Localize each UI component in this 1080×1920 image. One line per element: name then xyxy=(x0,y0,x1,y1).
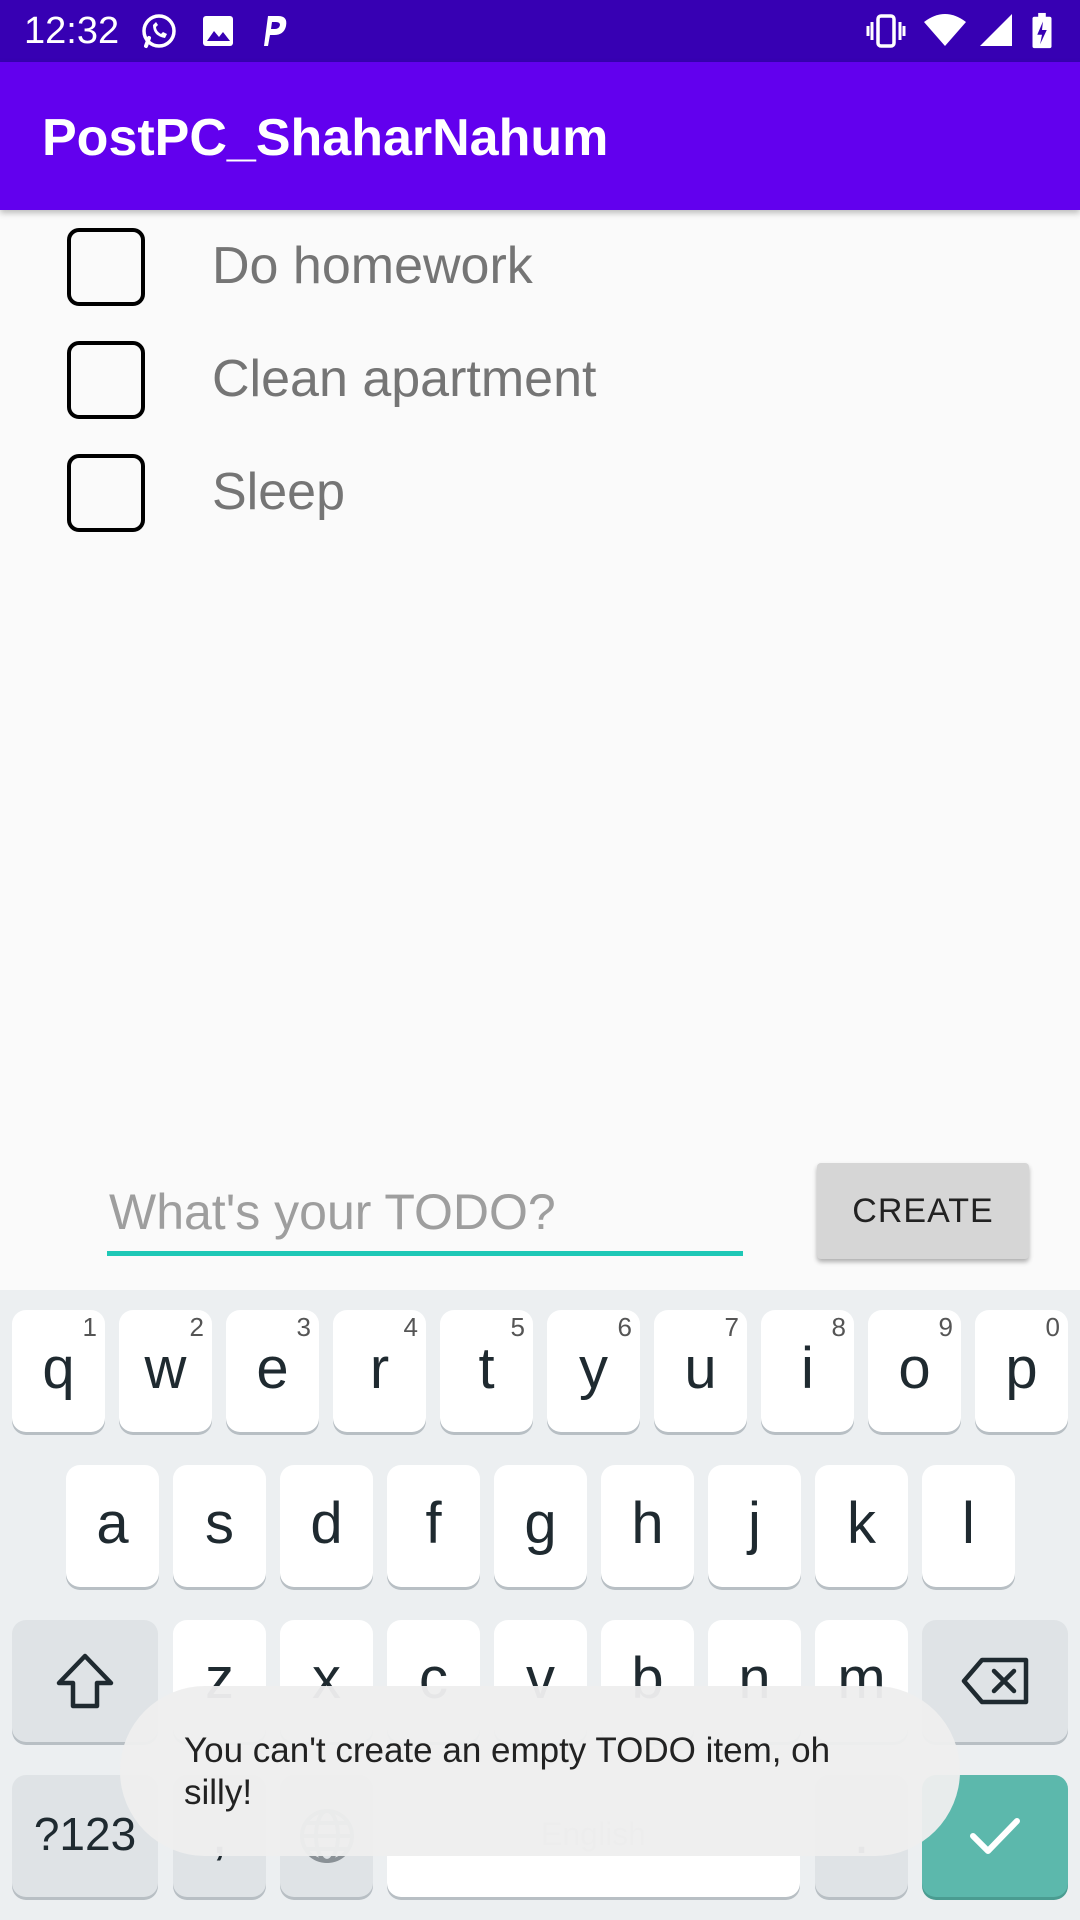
todo-text: Do homework xyxy=(212,237,533,295)
key-label: k xyxy=(847,1491,876,1556)
key-k[interactable]: k xyxy=(815,1465,908,1587)
signal-icon xyxy=(980,14,1012,46)
toast-message: You can't create an empty TODO item, oh … xyxy=(120,1686,960,1856)
key-label: s xyxy=(205,1491,234,1556)
todo-checkbox[interactable] xyxy=(67,228,145,306)
app-bar: PostPC_ShaharNahum xyxy=(0,62,1080,210)
todo-item[interactable]: Sleep xyxy=(0,438,1080,550)
key-g[interactable]: g xyxy=(494,1465,587,1587)
checkmark-icon xyxy=(970,1818,1020,1854)
key-hint: 4 xyxy=(403,1312,418,1342)
key-h[interactable]: h xyxy=(601,1465,694,1587)
key-hint: 0 xyxy=(1045,1312,1060,1342)
key-hint: 1 xyxy=(82,1312,97,1342)
key-s[interactable]: s xyxy=(173,1465,266,1587)
key-a[interactable]: a xyxy=(66,1465,159,1587)
key-i[interactable]: i8 xyxy=(761,1310,854,1432)
key-label: d xyxy=(310,1491,343,1556)
create-button[interactable]: CREATE xyxy=(817,1163,1029,1259)
key-hint: 7 xyxy=(724,1312,739,1342)
todo-checkbox[interactable] xyxy=(67,454,145,532)
key-w[interactable]: w2 xyxy=(119,1310,212,1432)
key-u[interactable]: u7 xyxy=(654,1310,747,1432)
key-j[interactable]: j xyxy=(708,1465,801,1587)
key-p[interactable]: p0 xyxy=(975,1310,1068,1432)
key-label: h xyxy=(631,1491,664,1556)
wifi-icon xyxy=(924,14,966,46)
app-title: PostPC_ShaharNahum xyxy=(42,109,609,167)
todo-text: Clean apartment xyxy=(212,350,597,408)
todo-item[interactable]: Do homework xyxy=(0,212,1080,324)
todo-input[interactable] xyxy=(107,1172,743,1256)
key-o[interactable]: o9 xyxy=(868,1310,961,1432)
image-icon xyxy=(203,16,233,46)
whatsapp-icon xyxy=(142,14,176,48)
key-hint: 8 xyxy=(831,1312,846,1342)
key-l[interactable]: l xyxy=(922,1465,1015,1587)
battery-icon xyxy=(1032,12,1052,49)
key-d[interactable]: d xyxy=(280,1465,373,1587)
key-e[interactable]: e3 xyxy=(226,1310,319,1432)
key-label: a xyxy=(96,1491,129,1556)
key-label: j xyxy=(748,1491,761,1556)
p-app-icon xyxy=(264,16,287,46)
key-q[interactable]: q1 xyxy=(12,1310,105,1432)
todo-checkbox[interactable] xyxy=(67,341,145,419)
key-label: g xyxy=(524,1491,557,1556)
key-label: f xyxy=(425,1491,442,1556)
key-y[interactable]: y6 xyxy=(547,1310,640,1432)
shift-icon xyxy=(56,1653,114,1709)
status-time: 12:32 xyxy=(24,10,120,52)
key-label: l xyxy=(962,1491,975,1556)
key-hint: 6 xyxy=(617,1312,632,1342)
key-r[interactable]: r4 xyxy=(333,1310,426,1432)
key-hint: 2 xyxy=(189,1312,204,1342)
vibrate-icon xyxy=(866,14,906,48)
key-f[interactable]: f xyxy=(387,1465,480,1587)
key-hint: 5 xyxy=(510,1312,525,1342)
backspace-icon xyxy=(961,1657,1029,1705)
todo-item[interactable]: Clean apartment xyxy=(0,325,1080,437)
key-hint: 3 xyxy=(296,1312,311,1342)
status-bar: 12:32 xyxy=(0,0,1080,62)
todo-text: Sleep xyxy=(212,463,345,521)
key-t[interactable]: t5 xyxy=(440,1310,533,1432)
key-hint: 9 xyxy=(938,1312,953,1342)
